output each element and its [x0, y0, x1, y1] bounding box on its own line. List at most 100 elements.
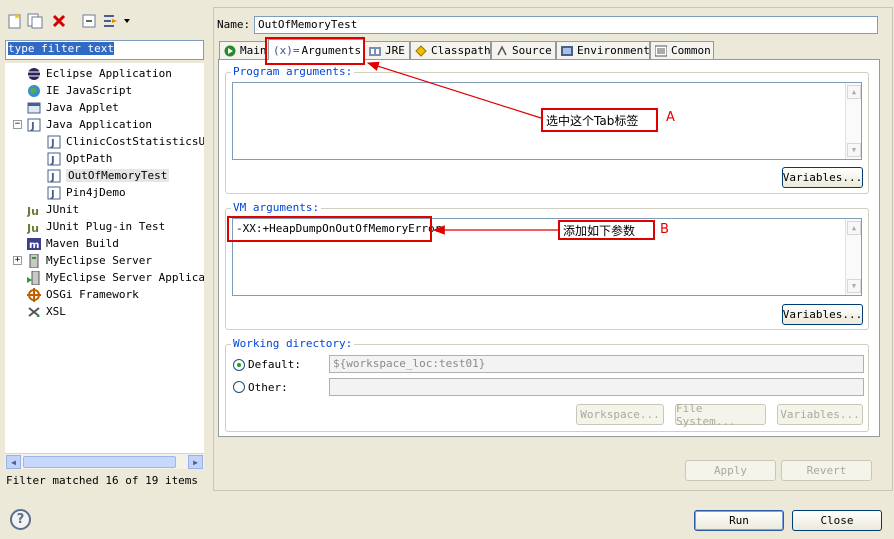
vm-args-vscrollbar[interactable]: ▲ ▼: [845, 219, 861, 295]
source-tab-icon: [496, 44, 508, 57]
new-config-button[interactable]: [6, 12, 24, 30]
filter-icon: [104, 15, 130, 27]
tab-jre[interactable]: JRE: [364, 41, 410, 59]
delete-button[interactable]: [50, 12, 68, 30]
filter-input[interactable]: type filter text: [5, 40, 204, 60]
file-system-button[interactable]: File System...: [675, 402, 766, 428]
jre-tab-icon: [369, 45, 381, 57]
other-radio[interactable]: [233, 381, 245, 393]
tab-main[interactable]: Main: [219, 41, 267, 59]
tree-item-ie-javascript[interactable]: IE JavaScript: [27, 82, 132, 99]
tab-source[interactable]: Source: [491, 41, 556, 59]
applet-icon: [27, 101, 41, 115]
tab-common[interactable]: Common: [650, 41, 714, 59]
run-button[interactable]: Run: [694, 510, 784, 531]
svg-text:J: J: [50, 189, 55, 200]
svg-text:J: J: [50, 155, 55, 166]
java-class-icon: J: [47, 135, 61, 149]
scroll-left-icon[interactable]: ◀: [6, 455, 21, 469]
vm-variables-button[interactable]: Variables...: [782, 304, 863, 325]
collapse-all-button[interactable]: [80, 12, 98, 30]
other-label: Other:: [248, 381, 288, 394]
osgi-icon: [27, 287, 41, 302]
default-directory-input: ${workspace_loc:test01}: [329, 355, 864, 373]
svg-text:J: J: [50, 172, 55, 183]
working-variables-button[interactable]: Variables...: [777, 404, 863, 425]
classpath-tab-icon: [415, 44, 427, 57]
annotation-b-letter: B: [660, 222, 669, 237]
junit-icon: Ju: [27, 203, 41, 217]
environment-tab-icon: [561, 45, 573, 57]
highlight-arguments-tab: [265, 37, 365, 65]
program-args-vscrollbar[interactable]: ▲ ▼: [845, 83, 861, 159]
config-tree[interactable]: Eclipse Application IE JavaScript Java A…: [5, 63, 204, 453]
maven-icon: m: [27, 237, 41, 251]
program-variables-button[interactable]: Variables...: [782, 167, 863, 188]
filter-menu-button[interactable]: [102, 12, 132, 30]
java-class-icon: J: [47, 169, 61, 183]
duplicate-icon: [27, 13, 43, 29]
tree-item-junit-plugin-test[interactable]: Ju JUnit Plug-in Test: [27, 218, 165, 235]
tab-classpath[interactable]: Classpath: [410, 41, 491, 59]
tree-item-optpath[interactable]: J OptPath: [47, 150, 112, 167]
tree-item-myeclipse-server[interactable]: MyEclipse Server: [27, 252, 152, 269]
apply-button[interactable]: Apply: [685, 460, 776, 481]
svg-text:m: m: [29, 240, 39, 251]
common-tab-icon: [655, 45, 667, 57]
svg-text:J: J: [50, 138, 55, 149]
scroll-down-icon[interactable]: ▼: [847, 279, 861, 293]
tree-item-java-applet[interactable]: Java Applet: [27, 99, 119, 116]
default-label: Default:: [248, 358, 301, 371]
server-app-icon: [27, 270, 41, 285]
default-radio[interactable]: [233, 359, 245, 371]
tree-item-outofmemorytest[interactable]: J OutOfMemoryTest: [47, 167, 170, 184]
sash[interactable]: [210, 5, 212, 490]
tree-item-maven-build[interactable]: m Maven Build: [27, 235, 119, 252]
collapse-java-application[interactable]: −: [13, 120, 22, 129]
revert-button[interactable]: Revert: [781, 460, 872, 481]
tree-item-xsl[interactable]: XSL: [27, 303, 66, 320]
delete-icon: [52, 14, 66, 28]
help-icon[interactable]: ?: [10, 509, 31, 530]
name-input[interactable]: OutOfMemoryTest: [254, 16, 878, 34]
scroll-right-icon[interactable]: ▶: [188, 455, 203, 469]
java-class-icon: J: [47, 152, 61, 166]
other-directory-input[interactable]: [329, 378, 864, 396]
tree-item-myeclipse-server-application[interactable]: MyEclipse Server Applicati: [27, 269, 204, 286]
tree-hscrollbar[interactable]: ◀ ▶: [5, 453, 204, 469]
program-arguments-title: Program arguments:: [231, 65, 355, 78]
duplicate-button[interactable]: [26, 12, 44, 30]
scroll-thumb[interactable]: [23, 456, 176, 468]
filter-status: Filter matched 16 of 19 items: [6, 474, 199, 487]
java-app-icon: J: [27, 118, 41, 132]
annotation-b-callout: 添加如下参数: [558, 220, 655, 240]
scroll-up-icon[interactable]: ▲: [847, 85, 861, 99]
svg-text:Ju: Ju: [27, 222, 39, 234]
eclipse-icon: [27, 67, 41, 81]
tree-item-osgi-framework[interactable]: OSGi Framework: [27, 286, 139, 303]
vm-arguments-title: VM arguments:: [231, 201, 322, 214]
java-class-icon: J: [47, 186, 61, 200]
tab-environment[interactable]: Environment: [556, 41, 650, 59]
tree-item-cliniccoststatistics[interactable]: J ClinicCostStatisticsUti: [47, 133, 204, 150]
xsl-icon: [27, 305, 41, 319]
working-directory-title: Working directory:: [231, 337, 355, 350]
tree-item-junit[interactable]: Ju JUnit: [27, 201, 79, 218]
globe-icon: [27, 84, 41, 98]
main-tab-icon: [224, 45, 236, 57]
workspace-button[interactable]: Workspace...: [576, 404, 664, 425]
name-label: Name:: [217, 18, 251, 31]
tree-item-pin4jdemo[interactable]: J Pin4jDemo: [47, 184, 126, 201]
collapse-all-icon: [82, 14, 96, 28]
expand-myeclipse-server[interactable]: +: [13, 256, 22, 265]
scroll-down-icon[interactable]: ▼: [847, 143, 861, 157]
tree-item-eclipse-application[interactable]: Eclipse Application: [27, 65, 172, 82]
highlight-vm-argument: [227, 216, 432, 242]
tree-item-java-application[interactable]: J Java Application: [27, 116, 152, 133]
server-icon: [27, 253, 41, 268]
annotation-a-callout: 选中这个Tab标签: [541, 108, 658, 132]
close-button[interactable]: Close: [792, 510, 882, 531]
svg-text:Ju: Ju: [27, 205, 39, 217]
svg-text:J: J: [30, 121, 35, 132]
scroll-up-icon[interactable]: ▲: [847, 221, 861, 235]
